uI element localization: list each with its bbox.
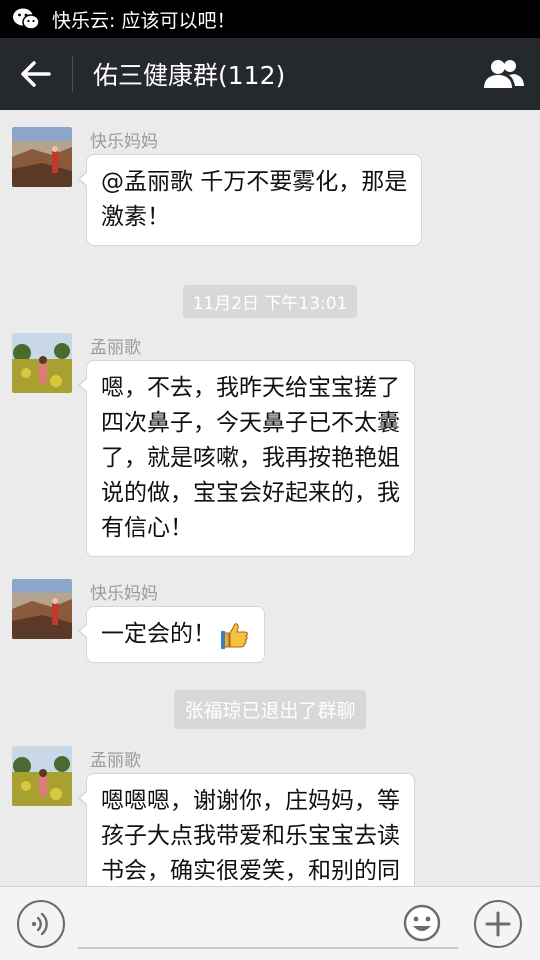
smiley-icon (403, 904, 441, 942)
thumbs-up-icon (221, 622, 248, 649)
status-bar: 快乐云: 应该可以吧！ (0, 0, 540, 38)
message-line: 有信心！ (101, 515, 193, 541)
title-bar: 佑三健康群(112) (0, 38, 540, 110)
message-input[interactable] (78, 901, 458, 949)
avatar[interactable] (12, 579, 72, 639)
sender-name: 孟丽歌 (90, 751, 141, 771)
notification-text: 快乐云: 应该可以吧！ (52, 9, 236, 32)
chat-title: 佑三健康群(112) (93, 61, 286, 90)
system-message: 11月2日 下午13:01 (0, 285, 540, 318)
message-line: 激素！ (101, 204, 170, 230)
back-button[interactable] (0, 38, 72, 110)
message-line: 说的做，宝宝会好起来的，我 (101, 480, 400, 506)
message-line: 孩子大点我带爱和乐宝宝去读 (101, 823, 400, 849)
arrow-left-icon (21, 61, 51, 87)
message-list[interactable]: 快乐妈妈 @孟丽歌 千万不要雾化，那是 激素！ 11月2日 下午13:01 孟丽… (0, 110, 540, 886)
system-notice: 张福琼已退出了群聊 (174, 690, 366, 729)
group-members-button[interactable] (480, 50, 528, 98)
more-button[interactable] (474, 900, 522, 948)
avatar[interactable] (12, 746, 72, 806)
message-line: 嗯，不去，我昨天给宝宝搓了 (101, 375, 400, 401)
message-line: @孟丽歌 千万不要雾化，那是 (101, 169, 408, 195)
message-line: 嗯嗯嗯，谢谢你，庄妈妈，等 (101, 788, 400, 814)
voice-button[interactable] (17, 900, 65, 948)
system-message: 张福琼已退出了群聊 (0, 690, 540, 729)
voice-icon (31, 912, 48, 936)
message-line: 四次鼻子，今天鼻子已不太囊 (101, 410, 400, 436)
avatar[interactable] (12, 333, 72, 393)
plus-icon (485, 911, 511, 937)
sender-name: 快乐妈妈 (90, 132, 158, 152)
group-members-icon (484, 60, 524, 88)
message-bubble[interactable]: 一定会的！ (78, 606, 265, 663)
message-bubble[interactable]: 嗯，不去，我昨天给宝宝搓了 四次鼻子，今天鼻子已不太囊 了，就是咳嗽，我再按艳艳… (78, 360, 415, 557)
input-bar (0, 886, 540, 960)
emoji-button[interactable] (402, 903, 442, 943)
message-line: 一定会的！ (101, 621, 216, 647)
avatar[interactable] (12, 127, 72, 187)
wechat-icon (12, 7, 40, 31)
message-bubble[interactable]: @孟丽歌 千万不要雾化，那是 激素！ (77, 154, 423, 246)
timestamp: 11月2日 下午13:01 (182, 285, 358, 318)
message-line: 了，就是咳嗽，我再按艳艳姐 (101, 445, 400, 471)
sender-name: 孟丽歌 (90, 338, 141, 358)
sender-name: 快乐妈妈 (90, 584, 158, 604)
message-line: 书会，确实很爱笑，和别的同 (101, 858, 400, 884)
message-bubble[interactable]: 嗯嗯嗯，谢谢你，庄妈妈，等 孩子大点我带爱和乐宝宝去读 书会，确实很爱笑，和别的… (78, 773, 415, 886)
title-divider (72, 56, 73, 92)
